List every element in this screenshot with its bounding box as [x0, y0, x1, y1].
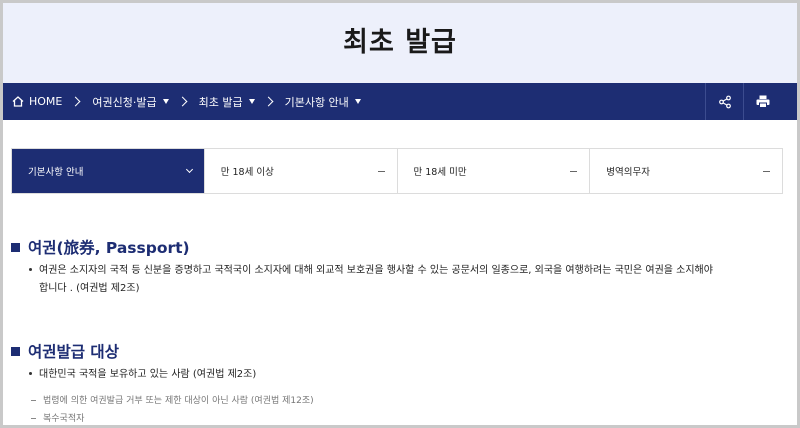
page-title: 최초 발급 — [343, 26, 457, 58]
target-sub-item: 법령에 의한 여권발급 거부 또는 제한 대상이 아닌 사람 (여권법 제12조… — [31, 393, 314, 406]
chevron-right-icon — [70, 96, 81, 107]
caret-down-icon — [248, 99, 255, 104]
nav-actions — [705, 83, 781, 120]
breadcrumb-basic-info[interactable]: 기본사항 안내 — [285, 83, 361, 120]
tab-list: 기본사항 안내 만 18세 이상 만 18세 미만 병역의무자 — [11, 148, 783, 194]
tab-label: 만 18세 미만 — [413, 167, 467, 178]
target-bullet: 대한민국 국적을 보유하고 있는 사람 (여권법 제2조) — [29, 366, 256, 384]
breadcrumb-bar: HOME 여권신청·발급 최초 발급 기본사항 안내 — [3, 83, 797, 120]
dash-icon — [31, 418, 36, 419]
print-button[interactable] — [743, 83, 781, 120]
share-icon — [718, 95, 731, 108]
breadcrumb-label: 기본사항 안내 — [284, 95, 349, 109]
target-sub-item: 복수국적자 — [31, 411, 84, 424]
share-button[interactable] — [705, 83, 743, 120]
sub-item-text: 법령에 의한 여권발급 거부 또는 제한 대상이 아닌 사람 (여권법 제12조… — [43, 396, 314, 406]
minus-icon — [763, 170, 770, 172]
passport-description: 여권은 소지자의 국적 등 신분을 증명하고 국적국이 소지자에 대해 외교적 … — [29, 262, 789, 280]
chevron-right-icon — [263, 96, 274, 107]
bullet-icon — [29, 371, 32, 375]
dash-icon — [31, 400, 36, 401]
section-title: 여권발급 대상 — [28, 343, 119, 361]
breadcrumb-home[interactable]: HOME — [12, 83, 62, 120]
passport-text-line1: 여권은 소지자의 국적 등 신분을 증명하고 국적국이 소지자에 대해 외교적 … — [39, 265, 713, 276]
chevron-down-icon — [185, 165, 193, 174]
square-bullet-icon — [11, 242, 20, 252]
tab-age-18-over[interactable]: 만 18세 이상 — [203, 149, 397, 193]
tab-label: 병역의무자 — [606, 167, 650, 178]
passport-text-line2: 합니다 . (여권법 제2조) — [39, 283, 140, 294]
home-icon — [12, 96, 24, 107]
tab-basic-info[interactable]: 기본사항 안내 — [12, 149, 204, 193]
chevron-right-icon — [177, 96, 188, 107]
breadcrumb-first-issue[interactable]: 최초 발급 — [199, 83, 255, 120]
square-bullet-icon — [11, 346, 20, 356]
tab-age-18-under[interactable]: 만 18세 미만 — [396, 149, 590, 193]
print-icon — [756, 95, 769, 108]
caret-down-icon — [354, 99, 361, 104]
caret-down-icon — [162, 99, 169, 104]
page-header: 최초 발급 — [3, 3, 797, 83]
tab-label: 기본사항 안내 — [28, 167, 84, 178]
minus-icon — [570, 170, 578, 172]
tab-military-service[interactable]: 병역의무자 — [589, 149, 782, 193]
minus-icon — [377, 170, 385, 172]
section-title: 여권(旅券, Passport) — [28, 239, 190, 257]
sub-item-text: 복수국적자 — [43, 414, 85, 424]
target-bullet-text: 대한민국 국적을 보유하고 있는 사람 (여권법 제2조) — [39, 369, 257, 380]
home-label: HOME — [29, 95, 63, 108]
bullet-icon — [29, 267, 32, 271]
breadcrumb-label: 최초 발급 — [198, 95, 243, 109]
breadcrumb-label: 여권신청·발급 — [92, 95, 157, 109]
tab-label: 만 18세 이상 — [220, 167, 274, 178]
section-passport-heading: 여권(旅券, Passport) — [11, 236, 190, 258]
section-target-heading: 여권발급 대상 — [11, 340, 119, 362]
breadcrumb-passport-apply[interactable]: 여권신청·발급 — [92, 83, 169, 120]
